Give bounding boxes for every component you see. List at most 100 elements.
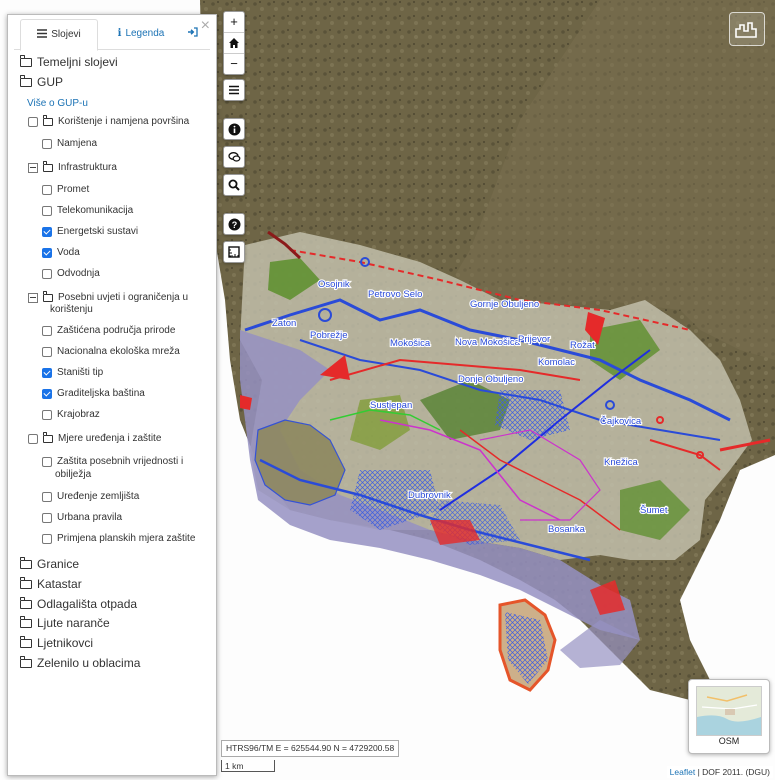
- print-map-button[interactable]: [729, 12, 765, 46]
- layer-checkbox[interactable]: [42, 184, 52, 195]
- place-label: Donje Obuljeno: [458, 374, 524, 385]
- layer-label-continued: obilježja: [55, 469, 92, 480]
- folder-icon: [19, 596, 32, 609]
- layer-group-katastar[interactable]: Katastar: [19, 576, 82, 591]
- layer-group-zelenilo[interactable]: Zelenilo u oblacima: [19, 655, 140, 670]
- scale-bar: 1 km: [221, 760, 275, 772]
- layer-item[interactable]: Urbana pravila: [42, 512, 122, 523]
- folder-icon: [19, 576, 32, 589]
- question-icon: ?: [228, 218, 240, 230]
- place-label: Bosanka: [548, 524, 586, 535]
- folder-icon: [19, 615, 32, 628]
- layer-group-posebni[interactable]: Posebni uvjeti i ograničenja u: [28, 291, 188, 303]
- folder-icon: [19, 54, 32, 67]
- collapse-icon[interactable]: [28, 162, 38, 173]
- tab-layers[interactable]: Slojevi: [20, 19, 98, 51]
- layers-menu-button[interactable]: [223, 79, 245, 101]
- layer-item[interactable]: Nacionalna ekološka mreža: [42, 346, 180, 357]
- layer-checkbox[interactable]: [42, 268, 52, 279]
- layer-item[interactable]: Telekomunikacija: [42, 205, 133, 216]
- folder-icon: [19, 556, 32, 569]
- zoom-out-button[interactable]: −: [224, 54, 244, 74]
- folder-open-icon: [42, 161, 53, 172]
- basemap-label: OSM: [718, 736, 740, 746]
- layer-group-mjere[interactable]: Mjere uređenja i zaštite: [28, 432, 161, 444]
- leaflet-link[interactable]: Leaflet: [670, 767, 696, 777]
- layer-group-odlagalista[interactable]: Odlagališta otpada: [19, 596, 137, 611]
- place-label: Pobrežje: [310, 330, 348, 341]
- place-label: Dubrovnik: [408, 490, 451, 501]
- info-icon: [228, 123, 240, 135]
- help-button[interactable]: ?: [223, 213, 245, 235]
- layer-checkbox[interactable]: [42, 409, 52, 420]
- place-label: Zaton: [272, 318, 296, 329]
- layer-group-temeljni[interactable]: Temeljni slojevi: [19, 54, 118, 69]
- layer-item[interactable]: Krajobraz: [42, 409, 100, 420]
- collapse-icon[interactable]: [28, 292, 38, 303]
- layer-item[interactable]: Odvodnja: [42, 268, 100, 279]
- layer-checkbox[interactable]: [42, 491, 52, 502]
- place-label: Nova Mokošica: [455, 337, 521, 348]
- close-icon[interactable]: ×: [201, 17, 210, 35]
- layer-item[interactable]: Zaštita posebnih vrijednosti i: [42, 456, 183, 467]
- layer-group-korištenje[interactable]: Korištenje i namjena površina: [28, 115, 189, 127]
- layer-item[interactable]: Graditeljska baština: [42, 388, 145, 399]
- layer-item[interactable]: Namjena: [42, 138, 97, 149]
- group-checkbox[interactable]: [28, 433, 38, 444]
- city-silhouette-icon: [735, 22, 757, 38]
- place-label: Osojnik: [318, 279, 350, 290]
- folder-icon: [19, 635, 32, 648]
- layer-checkbox[interactable]: [42, 456, 52, 467]
- place-label: Čajkovica: [600, 416, 642, 427]
- layer-checkbox[interactable]: [42, 367, 52, 378]
- search-icon: [228, 179, 240, 191]
- info-icon: i: [117, 28, 122, 39]
- layer-checkbox[interactable]: [42, 226, 52, 237]
- home-icon: [229, 38, 239, 48]
- layer-checkbox[interactable]: [42, 533, 52, 544]
- layer-item[interactable]: Voda: [42, 247, 80, 258]
- zoom-control: + −: [223, 11, 245, 75]
- layer-group-ljute-narance[interactable]: Ljute naranče: [19, 615, 110, 630]
- hamburger-icon: [37, 29, 48, 38]
- layer-item[interactable]: Zaštićena područja prirode: [42, 325, 175, 336]
- layer-item[interactable]: Uređenje zemljišta: [42, 491, 139, 502]
- layer-group-granice[interactable]: Granice: [19, 556, 79, 571]
- group-checkbox[interactable]: [28, 116, 38, 127]
- attribution: Leaflet | DOF 2011. (DGU): [666, 766, 773, 778]
- login-button[interactable]: [182, 19, 202, 49]
- tab-legend[interactable]: i Legenda: [106, 19, 176, 49]
- layer-checkbox[interactable]: [42, 138, 52, 149]
- folder-open-icon: [19, 74, 32, 87]
- coordinates-readout: HTRS96/TM E = 625544.90 N = 4729200.58: [221, 740, 400, 757]
- layer-group-ljetnikovci[interactable]: Ljetnikovci: [19, 635, 93, 650]
- comments-button[interactable]: [223, 146, 245, 168]
- place-label: Šumet: [640, 505, 668, 516]
- layer-checkbox[interactable]: [42, 346, 52, 357]
- sign-in-icon: [187, 27, 198, 37]
- layer-item[interactable]: Promet: [42, 184, 89, 195]
- svg-text:?: ?: [231, 219, 237, 229]
- layer-item[interactable]: Energetski sustavi: [42, 226, 138, 237]
- folder-open-icon: [42, 291, 53, 302]
- home-button[interactable]: [224, 33, 244, 54]
- layer-group-gup[interactable]: GUP: [19, 74, 63, 89]
- folder-open-icon: [42, 432, 53, 443]
- layer-checkbox[interactable]: [42, 388, 52, 399]
- layer-panel: Slojevi i Legenda × Temeljni slojevi GUP …: [7, 14, 217, 776]
- layer-checkbox[interactable]: [42, 247, 52, 258]
- measure-button[interactable]: [223, 241, 245, 263]
- layer-item[interactable]: Staništi tip: [42, 367, 103, 378]
- place-label: Sustjepan: [370, 400, 412, 411]
- layer-item[interactable]: Primjena planskih mjera zaštite: [42, 533, 195, 544]
- gup-info-link[interactable]: Više o GUP-u: [27, 98, 88, 109]
- layer-checkbox[interactable]: [42, 325, 52, 336]
- layer-checkbox[interactable]: [42, 205, 52, 216]
- place-label: Gornje Obuljeno: [470, 299, 539, 310]
- info-button[interactable]: [223, 118, 245, 140]
- search-button[interactable]: [223, 174, 245, 196]
- layer-checkbox[interactable]: [42, 512, 52, 523]
- layer-group-infrastruktura[interactable]: Infrastruktura: [28, 161, 117, 173]
- zoom-in-button[interactable]: +: [224, 12, 244, 33]
- basemap-switcher[interactable]: OSM: [688, 679, 770, 754]
